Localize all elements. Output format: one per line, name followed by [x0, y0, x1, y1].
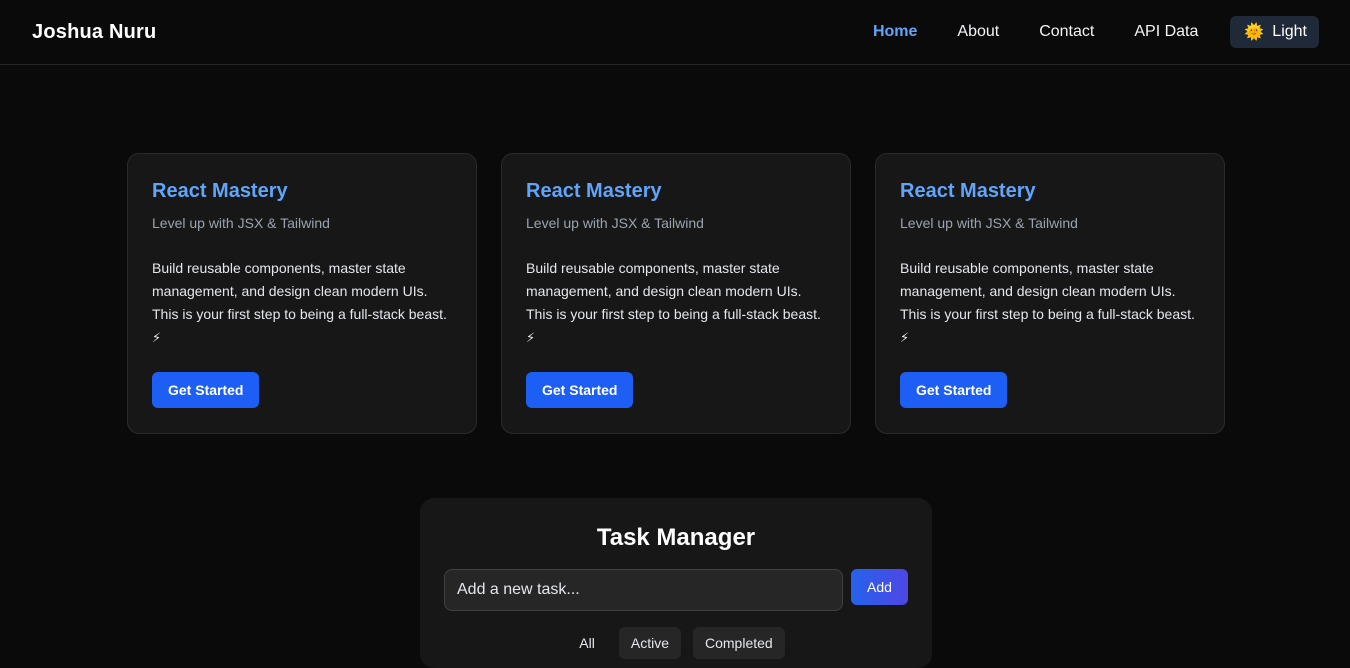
card-description: Build reusable components, master state …: [152, 257, 454, 349]
nav-link-api-data[interactable]: API Data: [1134, 23, 1198, 41]
card-subtitle: Level up with JSX & Tailwind: [900, 215, 1078, 231]
feature-card: React Mastery Level up with JSX & Tailwi…: [127, 153, 477, 434]
get-started-button[interactable]: Get Started: [152, 372, 260, 408]
lightning-bolt-icon: ⚡: [152, 330, 162, 345]
filter-all-button[interactable]: All: [567, 627, 607, 659]
card-description-text: Build reusable components, master state …: [900, 260, 1195, 322]
theme-toggle-label: Light: [1272, 23, 1307, 40]
add-task-button[interactable]: Add: [851, 569, 908, 605]
nav-link-home[interactable]: Home: [873, 23, 917, 41]
filter-completed-button[interactable]: Completed: [692, 627, 785, 659]
card-description-text: Build reusable components, master state …: [526, 260, 821, 322]
get-started-button[interactable]: Get Started: [526, 372, 634, 408]
card-description: Build reusable components, master state …: [900, 257, 1202, 349]
task-manager-panel: Task Manager Add All Active Completed: [420, 498, 932, 668]
theme-toggle-button[interactable]: 🌞 Light: [1230, 16, 1319, 48]
nav-links: Home About Contact API Data 🌞 Light: [833, 16, 1319, 48]
task-manager-title: Task Manager: [596, 524, 756, 551]
sun-icon: 🌞: [1244, 24, 1265, 41]
add-task-form: Add: [444, 569, 908, 611]
task-filters: All Active Completed: [444, 627, 908, 659]
feature-card: React Mastery Level up with JSX & Tailwi…: [875, 153, 1225, 434]
feature-card: React Mastery Level up with JSX & Tailwi…: [501, 153, 851, 434]
card-title: React Mastery: [900, 180, 1036, 202]
brand-logo[interactable]: Joshua Nuru: [32, 21, 156, 44]
lightning-bolt-icon: ⚡: [900, 330, 910, 345]
lightning-bolt-icon: ⚡: [526, 330, 536, 345]
card-description: Build reusable components, master state …: [526, 257, 828, 349]
card-title: React Mastery: [526, 180, 662, 202]
filter-active-button[interactable]: Active: [618, 627, 681, 659]
new-task-input[interactable]: [444, 569, 843, 611]
nav-link-about[interactable]: About: [957, 23, 999, 41]
card-grid: React Mastery Level up with JSX & Tailwi…: [127, 153, 1225, 434]
card-title: React Mastery: [152, 180, 288, 202]
card-description-text: Build reusable components, master state …: [152, 260, 447, 322]
nav-link-contact[interactable]: Contact: [1039, 23, 1094, 41]
card-subtitle: Level up with JSX & Tailwind: [152, 215, 330, 231]
get-started-button[interactable]: Get Started: [900, 372, 1008, 408]
card-subtitle: Level up with JSX & Tailwind: [526, 215, 704, 231]
navbar: Joshua Nuru Home About Contact API Data …: [0, 0, 1350, 65]
